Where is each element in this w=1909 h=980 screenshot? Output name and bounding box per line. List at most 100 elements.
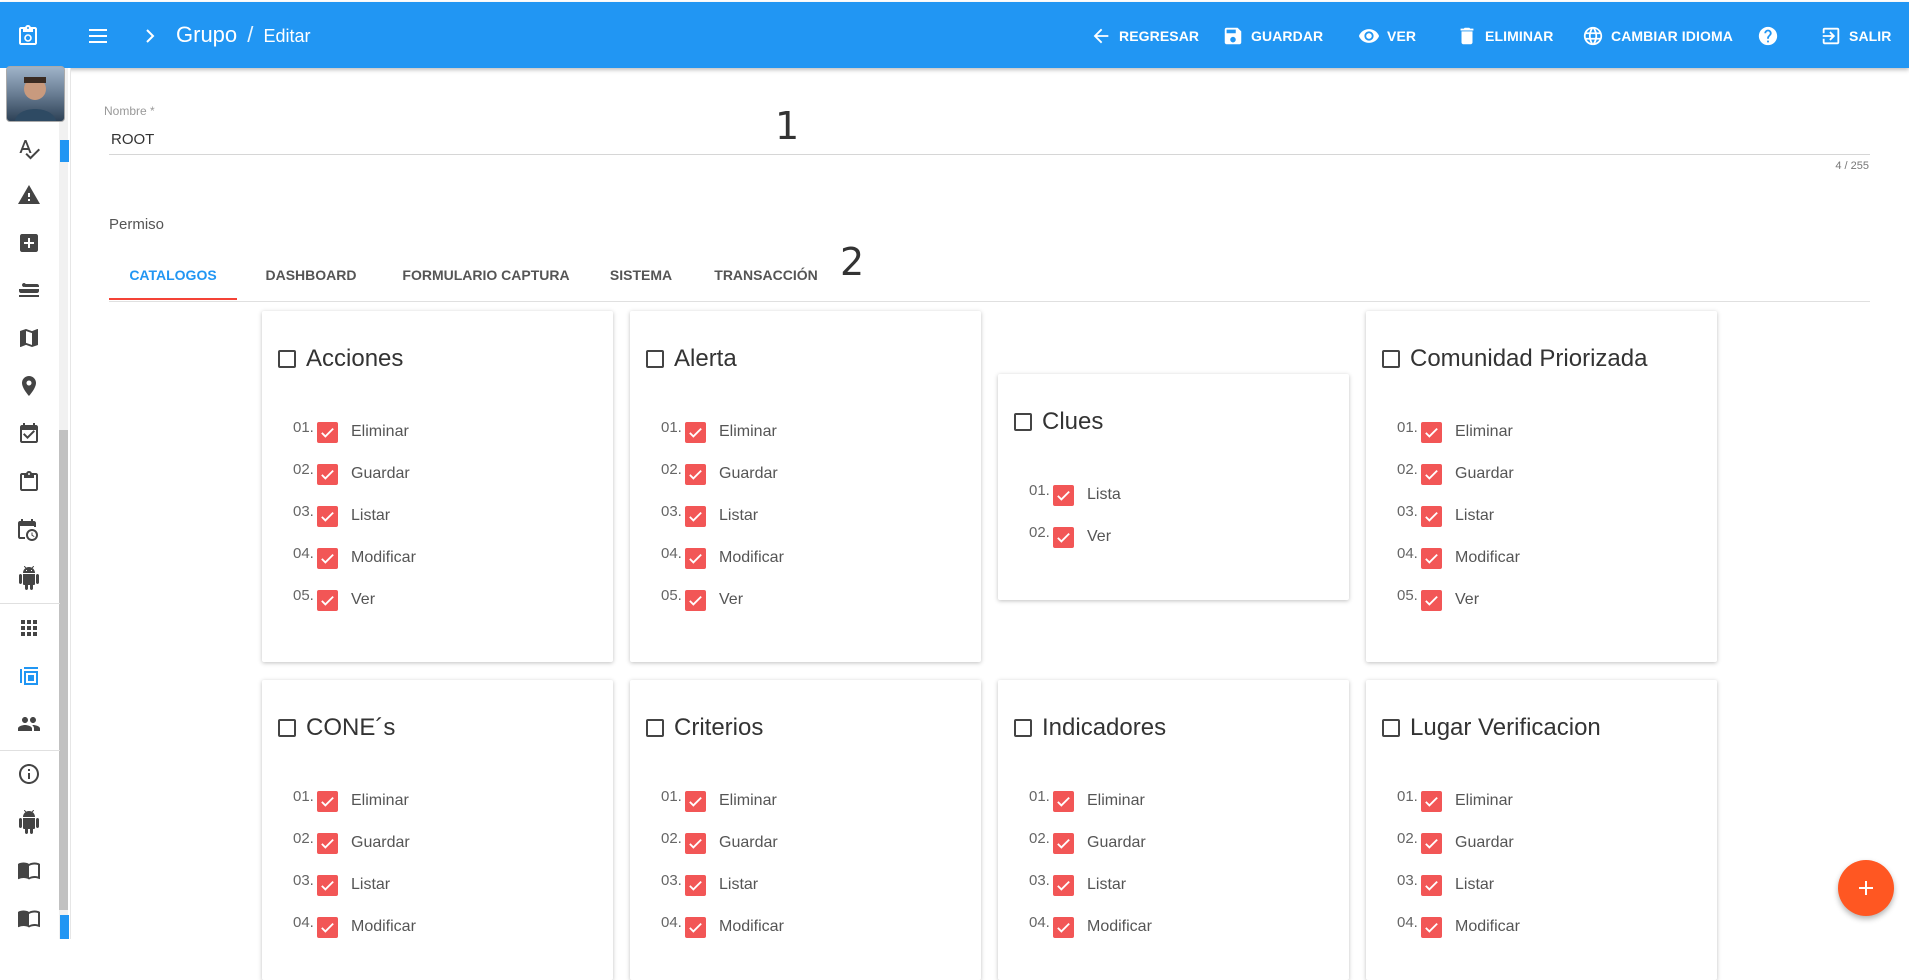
permission-item[interactable]: 03. Listar — [1397, 501, 1494, 531]
permission-checkbox[interactable] — [1421, 463, 1442, 485]
permission-item[interactable]: 03. Listar — [293, 501, 390, 531]
location-pin-icon[interactable] — [17, 374, 41, 398]
back-button[interactable]: REGRESAR — [1090, 24, 1199, 48]
map-icon[interactable] — [17, 326, 41, 350]
card-select-all-checkbox[interactable] — [278, 350, 296, 368]
permission-item[interactable]: 03. Listar — [661, 501, 758, 531]
calendar-clock-icon[interactable] — [17, 518, 41, 542]
tab-transaccion[interactable]: TRANSACCIÓN — [691, 250, 841, 300]
card-header[interactable]: Lugar Verificacion — [1382, 714, 1601, 742]
card-header[interactable]: Indicadores — [1014, 714, 1166, 742]
permission-item[interactable]: 04. Modificar — [661, 543, 784, 573]
book-icon[interactable] — [17, 858, 41, 882]
permission-checkbox[interactable] — [317, 916, 338, 938]
save-button[interactable]: GUARDAR — [1222, 24, 1323, 48]
permission-checkbox[interactable] — [685, 421, 706, 443]
permission-checkbox[interactable] — [1421, 832, 1442, 854]
permission-item[interactable]: 01. Eliminar — [1029, 786, 1145, 816]
card-header[interactable]: Clues — [1014, 408, 1103, 436]
tab-dashboard[interactable]: DASHBOARD — [254, 250, 368, 300]
permission-checkbox[interactable] — [685, 505, 706, 527]
permission-item[interactable]: 03. Listar — [293, 870, 390, 900]
card-select-all-checkbox[interactable] — [646, 350, 664, 368]
card-select-all-checkbox[interactable] — [1014, 719, 1032, 737]
bed-icon[interactable] — [17, 279, 41, 303]
card-select-all-checkbox[interactable] — [1382, 719, 1400, 737]
logout-button[interactable]: SALIR — [1820, 24, 1892, 48]
permission-checkbox[interactable] — [317, 463, 338, 485]
card-select-all-checkbox[interactable] — [1014, 413, 1032, 431]
permission-checkbox[interactable] — [1421, 589, 1442, 611]
permission-item[interactable]: 01. Eliminar — [1397, 417, 1513, 447]
permission-checkbox[interactable] — [1421, 874, 1442, 896]
card-select-all-checkbox[interactable] — [1382, 350, 1400, 368]
clipboard-app-icon[interactable] — [16, 24, 40, 48]
permission-item[interactable]: 04. Modificar — [1029, 912, 1152, 942]
permission-checkbox[interactable] — [1053, 484, 1074, 506]
permission-checkbox[interactable] — [1421, 505, 1442, 527]
permission-item[interactable]: 01. Lista — [1029, 480, 1121, 510]
permission-checkbox[interactable] — [685, 547, 706, 569]
nombre-input[interactable]: ROOT — [111, 131, 154, 148]
permission-checkbox[interactable] — [1421, 790, 1442, 812]
card-select-all-checkbox[interactable] — [278, 719, 296, 737]
permission-item[interactable]: 02. Guardar — [661, 459, 778, 489]
permission-checkbox[interactable] — [317, 547, 338, 569]
permission-item[interactable]: 03. Listar — [1029, 870, 1126, 900]
permission-checkbox[interactable] — [1053, 832, 1074, 854]
permission-item[interactable]: 04. Modificar — [293, 543, 416, 573]
permission-item[interactable]: 02. Guardar — [293, 459, 410, 489]
permission-item[interactable]: 05. Ver — [293, 585, 375, 615]
chevron-right-icon[interactable] — [142, 27, 158, 45]
permission-checkbox[interactable] — [685, 589, 706, 611]
permission-checkbox[interactable] — [317, 832, 338, 854]
permission-item[interactable]: 04. Modificar — [293, 912, 416, 942]
permission-item[interactable]: 01. Eliminar — [661, 786, 777, 816]
permission-checkbox[interactable] — [685, 463, 706, 485]
sidebar-scrollbar-thumb[interactable] — [59, 430, 68, 910]
card-header[interactable]: CONE´s — [278, 714, 395, 742]
permission-item[interactable]: 04. Modificar — [1397, 543, 1520, 573]
change-language-button[interactable]: CAMBIAR IDIOMA — [1582, 24, 1733, 48]
permission-item[interactable]: 01. Eliminar — [293, 417, 409, 447]
people-icon[interactable] — [17, 712, 41, 736]
delete-button[interactable]: ELIMINAR — [1456, 24, 1553, 48]
permission-checkbox[interactable] — [317, 421, 338, 443]
card-header[interactable]: Alerta — [646, 345, 737, 373]
calendar-check-icon[interactable] — [17, 422, 41, 446]
card-select-all-checkbox[interactable] — [646, 719, 664, 737]
info-icon[interactable] — [17, 762, 41, 786]
permission-checkbox[interactable] — [685, 790, 706, 812]
permission-item[interactable]: 01. Eliminar — [661, 417, 777, 447]
card-header[interactable]: Comunidad Priorizada — [1382, 345, 1647, 373]
hamburger-menu-icon[interactable] — [88, 26, 110, 46]
permission-item[interactable]: 05. Ver — [1397, 585, 1479, 615]
permission-checkbox[interactable] — [1053, 790, 1074, 812]
permission-item[interactable]: 02. Guardar — [1029, 828, 1146, 858]
tab-catalogos[interactable]: CATALOGOS — [109, 250, 237, 300]
permission-item[interactable]: 03. Listar — [1397, 870, 1494, 900]
group-icon[interactable] — [17, 664, 41, 688]
permission-checkbox[interactable] — [1053, 526, 1074, 548]
permission-item[interactable]: 02. Guardar — [661, 828, 778, 858]
permission-item[interactable]: 03. Listar — [661, 870, 758, 900]
add-fab-button[interactable] — [1838, 860, 1894, 916]
permission-checkbox[interactable] — [685, 874, 706, 896]
apps-grid-icon[interactable] — [17, 616, 41, 640]
warning-icon[interactable] — [17, 183, 41, 207]
spellcheck-icon[interactable] — [17, 137, 41, 161]
permission-checkbox[interactable] — [317, 589, 338, 611]
permission-checkbox[interactable] — [317, 505, 338, 527]
permission-item[interactable]: 04. Modificar — [661, 912, 784, 942]
card-header[interactable]: Acciones — [278, 345, 403, 373]
permission-checkbox[interactable] — [1053, 874, 1074, 896]
permission-checkbox[interactable] — [685, 916, 706, 938]
help-button[interactable] — [1757, 24, 1779, 48]
permission-item[interactable]: 02. Guardar — [1397, 828, 1514, 858]
permission-checkbox[interactable] — [685, 832, 706, 854]
card-header[interactable]: Criterios — [646, 714, 763, 742]
permission-checkbox[interactable] — [1421, 916, 1442, 938]
tab-formulario-captura[interactable]: FORMULARIO CAPTURA — [381, 250, 591, 300]
permission-item[interactable]: 01. Eliminar — [1397, 786, 1513, 816]
medical-plus-icon[interactable] — [17, 231, 41, 255]
